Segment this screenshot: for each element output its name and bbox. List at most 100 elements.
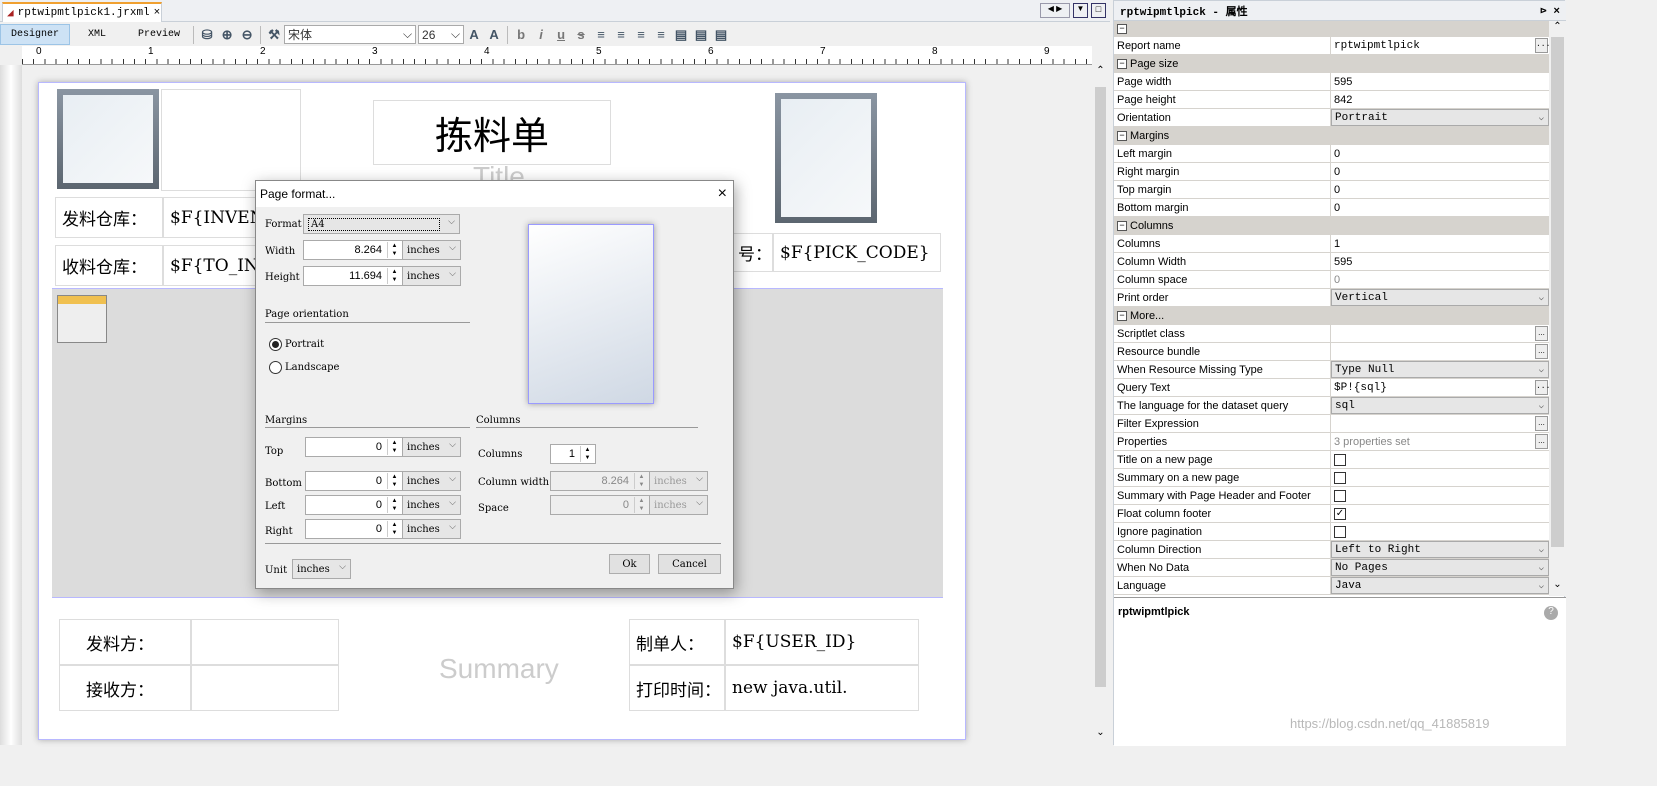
canvas-vertical-scrollbar[interactable]: ⌃ ⌄ <box>1093 65 1108 745</box>
portrait-label[interactable]: Portrait <box>285 339 324 350</box>
property-value-cell[interactable]: 0 <box>1331 145 1549 162</box>
align-left-icon[interactable]: ≡ <box>591 25 611 45</box>
property-category[interactable]: − More... <box>1114 307 1549 325</box>
property-value-cell[interactable]: Java ⌵ <box>1331 577 1549 594</box>
properties-root-category[interactable]: − <box>1114 21 1549 37</box>
property-row[interactable]: The language for the dataset query sql ⌵ <box>1114 397 1549 415</box>
right-unit-select[interactable]: inches <box>402 519 461 539</box>
chevron-down-icon[interactable]: ⌵ <box>1539 365 1544 375</box>
maximize-button[interactable]: □ <box>1091 3 1106 18</box>
property-row[interactable]: When Resource Missing Type Type Null ⌵ <box>1114 361 1549 379</box>
landscape-label[interactable]: Landscape <box>285 362 339 373</box>
image-element[interactable] <box>775 93 877 223</box>
tab-designer[interactable]: Designer <box>0 24 71 45</box>
property-value-cell[interactable] <box>1331 451 1549 468</box>
property-row[interactable]: Language Java ⌵ <box>1114 577 1549 595</box>
collapse-icon[interactable]: − <box>1117 58 1127 69</box>
strikethrough-icon[interactable]: s <box>571 25 591 45</box>
dock-icon[interactable]: ⊳ <box>1540 6 1547 18</box>
summary-value[interactable] <box>191 619 339 665</box>
property-value-cell[interactable]: No Pages ⌵ <box>1331 559 1549 576</box>
summary-value[interactable]: new java.util. <box>725 665 919 711</box>
summary-label[interactable]: 接收方： <box>59 665 191 711</box>
property-checkbox[interactable]: ✓ <box>1334 507 1346 520</box>
bottom-unit-select[interactable]: inches <box>402 471 461 491</box>
property-row[interactable]: Orientation Portrait ⌵ <box>1114 109 1549 127</box>
top-margin-input[interactable]: 0 ▲ ▼ <box>305 437 403 457</box>
left-unit-select[interactable]: inches <box>402 495 461 515</box>
property-category[interactable]: − Margins <box>1114 127 1549 145</box>
property-row[interactable]: Column Width 595 <box>1114 253 1549 271</box>
width-input[interactable]: 8.264 ▲ ▼ <box>303 240 403 260</box>
property-row[interactable]: Column Direction Left to Right ⌵ <box>1114 541 1549 559</box>
file-tab[interactable]: ◢ rptwipmtlpick1.jrxml × <box>2 2 162 22</box>
ellipsis-button[interactable]: ... <box>1535 416 1548 431</box>
property-row[interactable]: Float column footer ✓ <box>1114 505 1549 523</box>
left-margin-input[interactable]: 0 ▲ ▼ <box>305 495 403 515</box>
summary-value[interactable] <box>191 665 339 711</box>
property-row[interactable]: Page height 842 <box>1114 91 1549 109</box>
zoom-in-icon[interactable]: ⊕ <box>217 25 237 45</box>
property-value-cell[interactable]: ... <box>1331 415 1549 432</box>
summary-value[interactable]: $F{USER_ID} <box>725 619 919 665</box>
report-title[interactable]: 拣料单 <box>373 100 611 165</box>
property-row[interactable]: Columns 1 <box>1114 235 1549 253</box>
property-value-cell[interactable]: 842 <box>1331 91 1549 108</box>
property-value-cell[interactable] <box>1331 469 1549 486</box>
property-value-cell[interactable]: sql ⌵ <box>1331 397 1549 414</box>
cancel-button[interactable]: Cancel <box>658 554 721 574</box>
format-tools-icon[interactable]: ⚒ <box>264 25 284 45</box>
field-label[interactable]: 发料仓库： <box>55 197 163 238</box>
collapse-icon[interactable]: − <box>1117 130 1127 141</box>
image-element[interactable] <box>57 89 159 189</box>
property-row[interactable]: Filter Expression... <box>1114 415 1549 433</box>
format-select[interactable]: A4 <box>303 214 460 234</box>
property-value-cell[interactable]: 0 <box>1331 271 1549 288</box>
property-value-cell[interactable]: Vertical ⌵ <box>1331 289 1549 306</box>
italic-icon[interactable]: i <box>531 25 551 45</box>
ellipsis-button[interactable]: ... <box>1535 326 1548 341</box>
property-value-cell[interactable]: $P!{sql}... <box>1331 379 1550 396</box>
field-label[interactable]: 收料仓库： <box>55 245 163 286</box>
space-unit-select[interactable]: inches <box>649 495 708 515</box>
property-row[interactable]: Print order Vertical ⌵ <box>1114 289 1549 307</box>
align-justify-icon[interactable]: ≡ <box>611 25 631 45</box>
align-center-icon[interactable]: ≡ <box>631 25 651 45</box>
property-row[interactable]: Column space 0 <box>1114 271 1549 289</box>
property-category[interactable]: − Page size <box>1114 55 1549 73</box>
summary-label[interactable]: 打印时间： <box>629 665 725 711</box>
landscape-radio[interactable] <box>269 361 282 374</box>
bottom-margin-input[interactable]: 0 ▲ ▼ <box>305 471 403 491</box>
property-row[interactable]: Ignore pagination <box>1114 523 1549 541</box>
property-value-cell[interactable]: Type Null ⌵ <box>1331 361 1549 378</box>
property-value-cell[interactable]: ... <box>1331 343 1549 360</box>
align-middle-icon[interactable]: ▤ <box>691 25 711 45</box>
chevron-down-icon[interactable]: ⌵ <box>1539 581 1544 591</box>
ok-button[interactable]: Ok <box>609 554 650 574</box>
property-row[interactable]: Right margin 0 <box>1114 163 1549 181</box>
property-row[interactable]: Top margin 0 <box>1114 181 1549 199</box>
property-value-cell[interactable]: 0 <box>1331 163 1549 180</box>
tab-list-button[interactable]: ▼ <box>1073 3 1088 18</box>
property-value-cell[interactable]: 0 <box>1331 181 1549 198</box>
font-size-combo[interactable]: 26 ⌵ <box>418 25 465 44</box>
property-value-cell[interactable]: 595 <box>1331 73 1549 90</box>
property-value-cell[interactable]: 0 <box>1331 199 1549 216</box>
right-margin-input[interactable]: 0 ▲ ▼ <box>305 519 403 539</box>
ellipsis-button[interactable]: ... <box>1535 380 1550 395</box>
property-value-cell[interactable]: 595 <box>1331 253 1549 270</box>
summary-label[interactable]: 制单人： <box>629 619 725 665</box>
property-row[interactable]: Bottom margin 0 <box>1114 199 1549 217</box>
property-row[interactable]: Left margin 0 <box>1114 145 1549 163</box>
property-category[interactable]: − Columns <box>1114 217 1549 235</box>
static-frame[interactable] <box>161 89 301 191</box>
property-value-cell[interactable]: rptwipmtlpick... <box>1331 37 1550 54</box>
chevron-down-icon[interactable]: ⌵ <box>1539 401 1544 411</box>
subreport-icon[interactable] <box>57 295 107 343</box>
column-width-input[interactable]: 8.264 ▲ ▼ <box>550 471 650 491</box>
width-unit-select[interactable]: inches <box>402 240 461 260</box>
close-tab-icon[interactable]: × <box>154 7 161 19</box>
tab-preview[interactable]: Preview <box>128 24 190 45</box>
property-value-cell[interactable]: ✓ <box>1331 505 1549 522</box>
database-icon[interactable]: ⛁ <box>197 25 217 45</box>
